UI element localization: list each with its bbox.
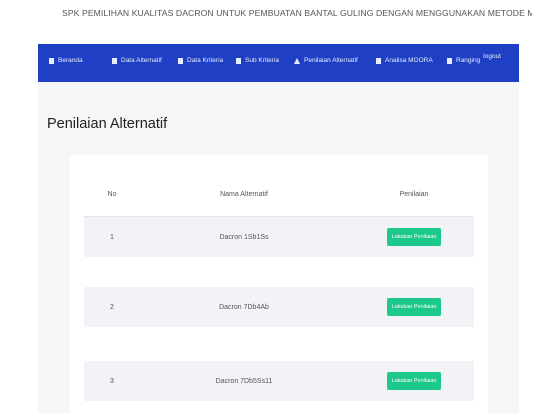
- column-header-no: No: [107, 190, 117, 198]
- assess-button[interactable]: Lakukan Penilaian: [386, 372, 442, 390]
- nav-item-label: Ranging: [456, 57, 481, 64]
- data-icon: [178, 57, 183, 64]
- logout-link[interactable]: logout: [483, 53, 501, 60]
- app-title: SPK PEMILIHAN KUALITAS DACRON UNTUK PEMB…: [62, 8, 532, 18]
- home-icon: [49, 57, 54, 64]
- row-number: 3: [110, 377, 114, 385]
- column-header-assessment: Penilaian: [399, 190, 429, 198]
- top-navbar: Beranda Data Alternatif Data Kriteria Su…: [38, 44, 519, 82]
- action-cell: Lakukan Penilaian: [354, 372, 474, 390]
- nav-item-label: Analisa MOORA: [385, 57, 433, 64]
- nav-item-beranda[interactable]: Beranda: [49, 57, 83, 64]
- table-row: 2 Dacron 7Db4Ab Lakukan Penilaian: [84, 287, 474, 327]
- nav-item-label: Data Kriteria: [187, 57, 224, 64]
- action-cell: Lakukan Penilaian: [354, 298, 474, 316]
- table-row: 1 Dacron 1Sb1Ss Lakukan Penilaian: [84, 217, 474, 257]
- nav-item-label: Beranda: [58, 57, 83, 64]
- nav-item-label: Penilaian Alternatif: [304, 57, 358, 64]
- alternative-name: Dacron 7Db5Ss11: [215, 377, 273, 385]
- table-row: 3 Dacron 7Db5Ss11 Lakukan Penilaian: [84, 361, 474, 401]
- action-cell: Lakukan Penilaian: [354, 228, 474, 246]
- assess-button[interactable]: Lakukan Penilaian: [386, 228, 442, 246]
- data-icon: [112, 57, 117, 64]
- data-icon: [236, 57, 241, 64]
- row-number: 2: [110, 303, 114, 311]
- nav-item-analisa-moora[interactable]: Analisa MOORA: [376, 57, 433, 64]
- column-header-name: Nama Alternatif: [220, 190, 268, 198]
- table-header: No Nama Alternatif Penilaian: [84, 172, 474, 217]
- main-content: Penilaian Alternatif No Nama Alternatif …: [38, 82, 519, 413]
- nav-item-sub-kriteria[interactable]: Sub Kriteria: [236, 57, 279, 64]
- assessment-icon: [294, 57, 300, 64]
- data-icon: [376, 57, 381, 64]
- nav-item-data-kriteria[interactable]: Data Kriteria: [178, 57, 223, 64]
- data-icon: [447, 57, 452, 64]
- nav-item-label: Sub Kriteria: [245, 57, 279, 64]
- nav-item-ranging[interactable]: Ranging: [447, 57, 480, 64]
- nav-item-label: Data Alternatif: [121, 57, 162, 64]
- assessment-card: No Nama Alternatif Penilaian 1 Dacron 1S…: [70, 155, 488, 413]
- row-number: 1: [110, 233, 114, 241]
- nav-item-data-alternatif[interactable]: Data Alternatif: [112, 57, 162, 64]
- assess-button[interactable]: Lakukan Penilaian: [386, 298, 442, 316]
- nav-item-penilaian-alternatif[interactable]: Penilaian Alternatif: [294, 57, 358, 64]
- page-title: Penilaian Alternatif: [47, 116, 168, 132]
- alternative-name: Dacron 7Db4Ab: [219, 303, 269, 311]
- alternative-name: Dacron 1Sb1Ss: [219, 233, 269, 241]
